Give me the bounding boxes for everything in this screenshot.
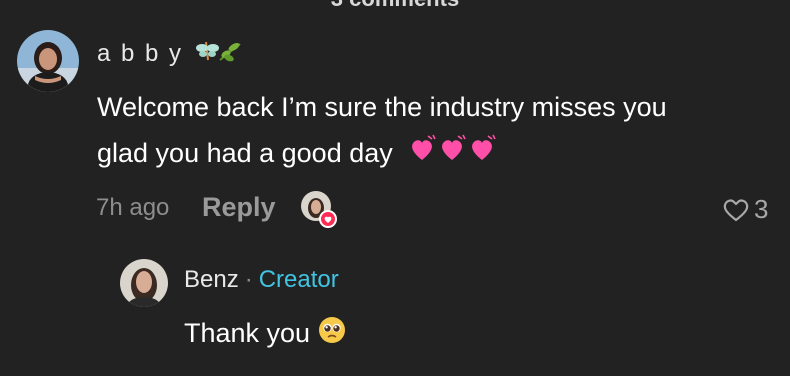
reply-header: Benz · Creator: [184, 266, 339, 294]
heart-outline-icon[interactable]: [722, 197, 750, 223]
comment-text: Welcome back I’m sure the industry misse…: [97, 84, 787, 178]
avatar-benz[interactable]: [120, 259, 168, 307]
comment-text-line2: glad you had a good day: [97, 130, 787, 178]
pleading-face-icon: [318, 316, 346, 351]
comment-text-line2-text: glad you had a good day: [97, 138, 393, 168]
separator-dot: ·: [244, 266, 253, 293]
comment-timestamp: 7h ago: [96, 194, 170, 221]
creator-badge: Creator: [258, 266, 339, 293]
sparkling-heart-icons: [408, 132, 498, 178]
comment-text-line1: Welcome back I’m sure the industry misse…: [97, 92, 667, 122]
reply-text: Thank you: [184, 316, 346, 351]
reply-button[interactable]: Reply: [202, 192, 276, 223]
creator-liked-avatar-icon: [300, 190, 338, 230]
username-emoji-icons: [195, 38, 242, 71]
username-benz[interactable]: Benz: [184, 266, 239, 293]
like-button[interactable]: 3: [722, 194, 768, 225]
like-count: 3: [754, 194, 769, 224]
username-text[interactable]: a b b y: [97, 40, 183, 67]
username-abby[interactable]: a b b y: [97, 38, 242, 71]
avatar-abby[interactable]: [17, 30, 79, 92]
reply-text-content: Thank you: [184, 318, 311, 348]
comments-count-header: 3 comments: [0, 0, 790, 12]
sparkling-heart-icon: [412, 134, 496, 160]
